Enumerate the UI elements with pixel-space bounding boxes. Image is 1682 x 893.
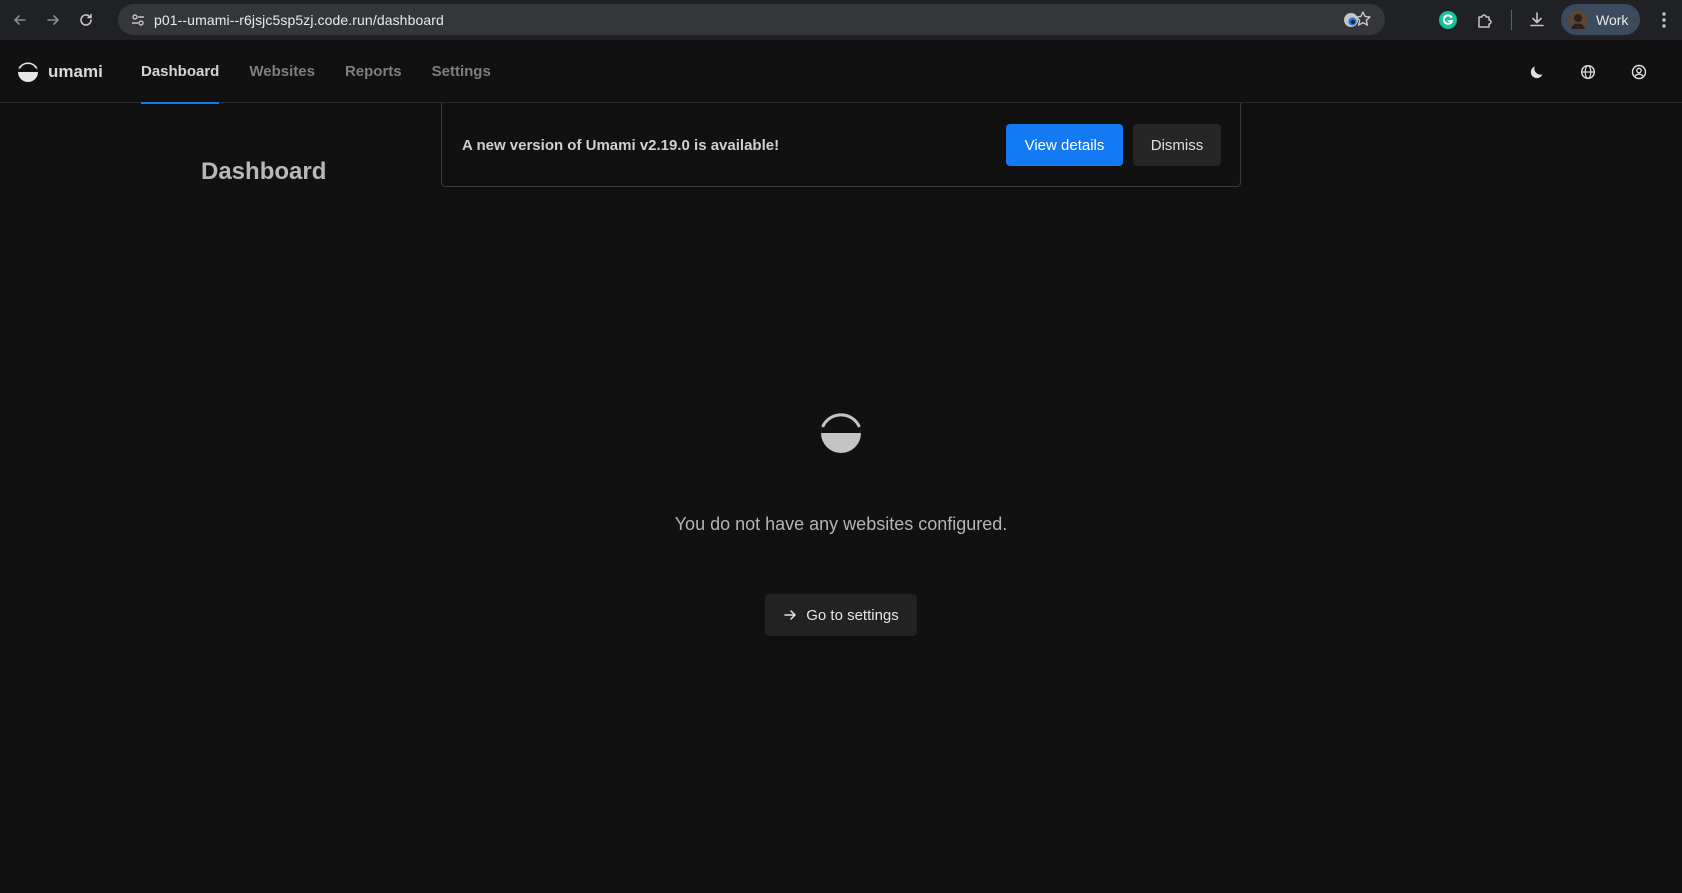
update-message: A new version of Umami v2.19.0 is availa… — [462, 137, 780, 154]
nav-websites[interactable]: Websites — [249, 40, 315, 103]
app-name: umami — [48, 62, 103, 81]
nav-dashboard[interactable]: Dashboard — [141, 40, 220, 104]
nav-reports-label: Reports — [344, 63, 402, 80]
go-to-settings-label: Go to settings — [806, 606, 899, 624]
view-details-button[interactable]: View details — [1006, 124, 1123, 166]
nav-settings[interactable]: Settings — [432, 40, 491, 103]
nav-dashboard-label: Dashboard — [141, 63, 220, 80]
extension-icon[interactable] — [1338, 7, 1364, 33]
browser-toolbar: p01--umami--r6jsjc5sp5zj.code.run/dashbo… — [0, 0, 1682, 40]
theme-moon-icon[interactable] — [1526, 61, 1548, 83]
nav-settings-label: Settings — [431, 63, 491, 80]
forward-icon[interactable] — [40, 7, 66, 33]
profile-chip[interactable]: Work — [1561, 4, 1640, 35]
arrow-right-icon — [784, 610, 796, 620]
back-icon[interactable] — [7, 7, 33, 33]
umami-logo-icon — [18, 62, 38, 82]
reload-icon[interactable] — [73, 7, 99, 33]
main-nav: Dashboard Websites Reports Settings — [141, 40, 521, 104]
update-banner: A new version of Umami v2.19.0 is availa… — [441, 103, 1241, 187]
grammarly-icon[interactable] — [1435, 7, 1461, 33]
nav-websites-label: Websites — [249, 63, 315, 80]
profile-user-icon[interactable] — [1628, 61, 1650, 83]
app-header: umami Dashboard Websites Reports Setting… — [0, 40, 1682, 104]
download-icon[interactable] — [1524, 7, 1550, 33]
site-settings-icon[interactable] — [122, 12, 154, 28]
go-to-settings-button[interactable]: Go to settings — [765, 594, 917, 636]
url-text[interactable]: p01--umami--r6jsjc5sp5zj.code.run/dashbo… — [154, 12, 444, 28]
empty-state-logo-icon — [819, 412, 863, 459]
language-globe-icon[interactable] — [1577, 61, 1599, 83]
avatar — [1568, 9, 1588, 30]
address-bar[interactable]: p01--umami--r6jsjc5sp5zj.code.run/dashbo… — [118, 4, 1385, 35]
empty-state-message: You do not have any websites configured. — [674, 514, 1008, 534]
page-title: Dashboard — [201, 158, 327, 185]
dismiss-button[interactable]: Dismiss — [1133, 124, 1221, 166]
nav-reports[interactable]: Reports — [345, 40, 402, 103]
app-logo[interactable]: umami — [17, 61, 103, 83]
menu-kebab-icon[interactable] — [1652, 8, 1676, 32]
toolbar-divider — [1511, 10, 1512, 30]
profile-label: Work — [1596, 11, 1629, 28]
puzzle-icon[interactable] — [1472, 7, 1498, 33]
